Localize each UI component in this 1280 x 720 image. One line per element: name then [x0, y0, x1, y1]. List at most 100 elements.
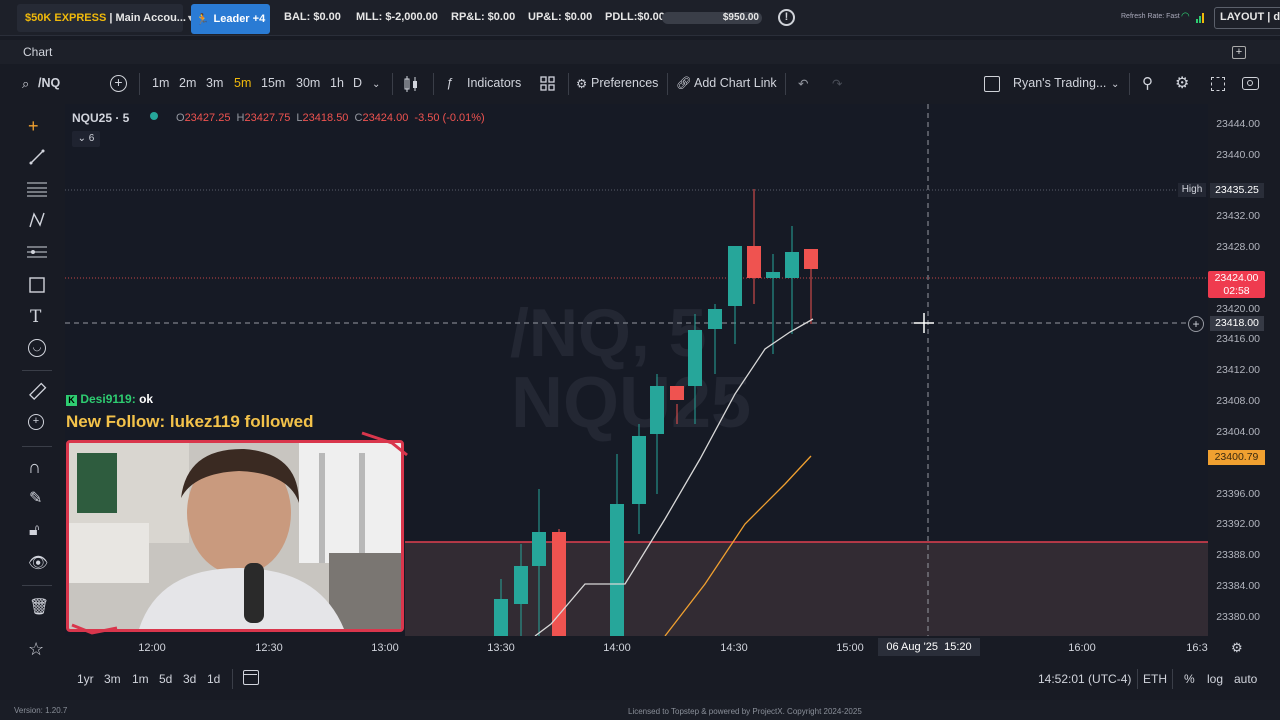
- session-button[interactable]: ETH: [1143, 672, 1167, 686]
- text-tool-icon[interactable]: T: [30, 307, 41, 327]
- auto-scale-toggle[interactable]: auto: [1234, 672, 1257, 686]
- current-price-badge: 23424.00 02:58: [1208, 271, 1265, 298]
- interval-5m[interactable]: 5m: [234, 76, 251, 90]
- candle-body: [747, 246, 761, 278]
- interval-30m[interactable]: 30m: [296, 76, 320, 90]
- range-5d[interactable]: 5d: [159, 672, 172, 686]
- range-3d[interactable]: 3d: [183, 672, 196, 686]
- interval-3m[interactable]: 3m: [206, 76, 223, 90]
- candle-body: [708, 309, 722, 329]
- range-1d[interactable]: 1d: [207, 672, 220, 686]
- current-price: 23424.00: [1214, 272, 1259, 284]
- signal-icon: [1196, 11, 1206, 23]
- crosshair-date: 06 Aug '25: [886, 641, 938, 653]
- template-selector[interactable]: Ryan's Trading...: [1013, 76, 1106, 90]
- star-icon[interactable]: ☆: [28, 639, 44, 660]
- eye-icon[interactable]: 👁︎: [28, 553, 48, 573]
- add-panel-icon[interactable]: +: [1232, 46, 1246, 59]
- interval-1m[interactable]: 1m: [152, 76, 169, 90]
- account-prefix: $50K EXPRESS: [25, 12, 107, 24]
- candle-body: [532, 532, 546, 566]
- info-icon[interactable]: !: [778, 9, 795, 26]
- gear-icon: ⚙: [576, 77, 588, 91]
- time-tick: 16:00: [1068, 642, 1096, 654]
- projection-tool-icon[interactable]: [27, 244, 47, 260]
- candle-type-icon[interactable]: [403, 75, 419, 93]
- account-selector[interactable]: $50K EXPRESS | Main Accou... ▼: [17, 4, 195, 32]
- indicator-count: 6: [88, 133, 95, 144]
- toolbar-divider: [667, 73, 668, 95]
- chevron-down-icon[interactable]: ⌄: [1111, 79, 1119, 90]
- panel-header: [0, 40, 1280, 64]
- undo-icon[interactable]: ↶: [798, 76, 808, 91]
- time-tick: 13:00: [371, 642, 399, 654]
- interval-d[interactable]: D: [353, 76, 362, 90]
- time-tick: 16:3: [1186, 642, 1208, 654]
- tab-chart[interactable]: Chart: [23, 45, 52, 59]
- log-scale-toggle[interactable]: log: [1207, 672, 1223, 686]
- time-tick: 12:30: [255, 642, 283, 654]
- add-order-icon[interactable]: +: [1188, 316, 1204, 332]
- fib-tool-icon[interactable]: [27, 181, 47, 197]
- preferences-button[interactable]: Preferences: [591, 76, 658, 90]
- template-checkbox[interactable]: [984, 76, 1000, 92]
- toolbar-divider: [22, 370, 52, 371]
- clock[interactable]: 14:52:01 (UTC-4): [1038, 672, 1131, 686]
- wifi-icon: ◠: [1181, 11, 1190, 22]
- range-3m[interactable]: 3m: [104, 672, 121, 686]
- fullscreen-icon[interactable]: [1211, 77, 1225, 91]
- add-chart-link-button[interactable]: Add Chart Link: [694, 76, 777, 90]
- candle-body: [650, 386, 664, 434]
- zoom-search-icon[interactable]: ⚲: [1142, 74, 1153, 92]
- chevron-down-icon[interactable]: ⌄: [372, 79, 380, 90]
- legend-collapse-button[interactable]: ⌄ 6: [72, 131, 100, 147]
- crosshair-tool-icon[interactable]: +: [28, 116, 39, 137]
- trash-icon[interactable]: 🗑︎: [29, 597, 49, 617]
- bar-countdown: 02:58: [1223, 285, 1250, 297]
- range-1yr[interactable]: 1yr: [77, 672, 94, 686]
- percent-scale-toggle[interactable]: %: [1184, 672, 1195, 686]
- candle-body: [670, 386, 684, 400]
- runner-icon: 🏃: [195, 13, 210, 26]
- zoom-in-icon[interactable]: +: [28, 414, 44, 430]
- interval-1h[interactable]: 1h: [330, 76, 344, 90]
- emoji-tool-icon[interactable]: ◡: [28, 339, 46, 357]
- time-tick: 15:00: [836, 642, 864, 654]
- ruler-tool-icon[interactable]: [27, 382, 47, 402]
- symbol-input[interactable]: /NQ: [38, 76, 60, 90]
- leader-button[interactable]: 🏃 Leader +4: [191, 4, 270, 34]
- interval-2m[interactable]: 2m: [179, 76, 196, 90]
- lock-draw-icon[interactable]: ✎: [29, 488, 42, 508]
- toolbar-divider: [433, 73, 434, 95]
- legend-ohlc: O23427.25 H23427.75 L23418.50 C23424.00 …: [176, 112, 485, 124]
- camera-icon[interactable]: [1242, 77, 1259, 90]
- settings-gear-icon[interactable]: ⚙: [1175, 73, 1189, 93]
- version-text: Version: 1.20.7: [14, 706, 68, 715]
- compare-symbol-icon[interactable]: +: [110, 75, 127, 92]
- calendar-icon[interactable]: [243, 670, 259, 685]
- search-icon[interactable]: ⌕: [22, 76, 29, 92]
- redo-icon[interactable]: ↷: [832, 76, 842, 91]
- rectangle-tool-icon[interactable]: [28, 276, 46, 294]
- pattern-tool-icon[interactable]: [28, 211, 46, 229]
- chat-message: K Desi9119: ok: [66, 392, 153, 406]
- templates-grid-icon[interactable]: [540, 76, 555, 91]
- chat-user: Desi9119:: [80, 392, 136, 406]
- candle-body: [514, 566, 528, 604]
- range-1m[interactable]: 1m: [132, 672, 149, 686]
- crosshair-time: 15:20: [944, 641, 972, 653]
- interval-15m[interactable]: 15m: [261, 76, 285, 90]
- toolbar-divider: [1129, 73, 1130, 95]
- toolbar-divider: [1172, 669, 1173, 689]
- trendline-tool-icon[interactable]: [28, 148, 46, 166]
- price-tick: 23416.00: [1216, 333, 1260, 345]
- magnet-icon[interactable]: ∩: [28, 457, 41, 478]
- candle-body: [610, 504, 624, 636]
- price-tick: 23396.00: [1216, 488, 1260, 500]
- indicators-button[interactable]: Indicators: [467, 76, 521, 90]
- scale-settings-icon[interactable]: ⚙: [1231, 640, 1243, 656]
- price-tick: 23412.00: [1216, 364, 1260, 376]
- lock-icon[interactable]: 🔓︎: [29, 522, 39, 540]
- layout-button[interactable]: LAYOUT | de: [1214, 7, 1280, 29]
- price-tick: 23440.00: [1216, 149, 1260, 161]
